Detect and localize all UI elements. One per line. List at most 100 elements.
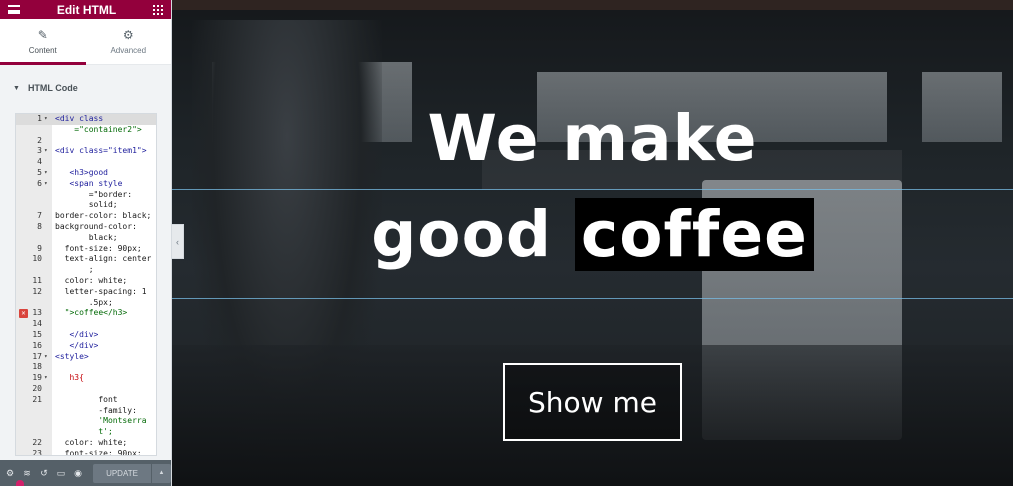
code-text: text-align: center <box>55 254 152 264</box>
panel-footer: ⚙ ≋ ↺ ▭ ◉ UPDATE ▲ <box>0 460 171 486</box>
line-number: 21 <box>32 394 42 404</box>
code-line[interactable]: 11 color: white; <box>16 276 156 287</box>
code-line[interactable]: 16 </div> <box>16 341 156 352</box>
code-line[interactable]: 13 ✕ ">coffee</h3> <box>16 308 156 319</box>
code-line[interactable]: 6 ▾ <span style <box>16 179 156 190</box>
html-code-section-toggle[interactable]: ▼ HTML Code <box>0 68 171 108</box>
code-line[interactable]: 1 ▾ <div class <box>16 114 156 125</box>
tab-content[interactable]: ✎ Content <box>0 19 86 65</box>
code-line[interactable]: 23 font-size: 90px; <box>16 448 156 456</box>
code-line[interactable]: ="container2"> <box>16 125 156 136</box>
code-text: .5px; <box>55 297 113 307</box>
code-line[interactable]: 10 text-align: center <box>16 254 156 265</box>
code-text: color: white; <box>55 437 128 447</box>
code-text: solid; <box>55 200 118 210</box>
code-line[interactable]: 7 border-color: black; <box>16 211 156 222</box>
code-line[interactable]: 5 ▾ <h3>good <box>16 168 156 179</box>
code-line[interactable]: 2 <box>16 136 156 147</box>
code-text: </div> <box>55 340 99 350</box>
code-line[interactable]: ; <box>16 265 156 276</box>
code-line[interactable]: 18 <box>16 362 156 373</box>
code-line[interactable]: 17 ▾ <style> <box>16 352 156 363</box>
code-line[interactable]: 15 </div> <box>16 330 156 341</box>
line-number: 18 <box>32 362 42 372</box>
code-line[interactable]: 21 font <box>16 395 156 406</box>
code-line[interactable]: 19 ▾ h3{ <box>16 373 156 384</box>
headline-good: good <box>371 198 575 271</box>
code-text: color: white; <box>55 275 128 285</box>
headline-line-2: good coffee <box>172 198 1013 271</box>
widgets-grid-icon[interactable] <box>152 4 163 15</box>
update-button[interactable]: UPDATE <box>93 463 151 483</box>
preview-top-strip <box>172 0 1013 10</box>
fold-arrow-icon[interactable]: ▾ <box>44 146 52 157</box>
code-line[interactable]: 3 ▾ <div class="item1"> <box>16 146 156 157</box>
fold-arrow-icon[interactable]: ▾ <box>44 168 52 179</box>
code-lines: 1 ▾ <div class ="container2"> 2 3 ▾ <div class… <box>16 114 156 456</box>
code-text: ; <box>55 265 94 275</box>
fold-arrow-icon[interactable]: ▾ <box>44 179 52 190</box>
code-line[interactable]: 14 <box>16 319 156 330</box>
tab-content-label: Content <box>28 46 57 55</box>
line-number: 8 <box>37 221 42 231</box>
code-text: ="container2"> <box>55 124 142 134</box>
code-text: font-size: 90px; <box>55 448 142 456</box>
code-line[interactable]: 9 font-size: 90px; <box>16 244 156 255</box>
show-me-button[interactable]: Show me <box>503 363 682 441</box>
html-code-editor[interactable]: 1 ▾ <div class ="container2"> 2 3 ▾ <div class… <box>15 113 157 456</box>
line-number: 10 <box>32 254 42 264</box>
code-line[interactable]: black; <box>16 233 156 244</box>
code-text: font <box>55 394 118 404</box>
update-options-chevron-up-icon[interactable]: ▲ <box>151 463 171 483</box>
code-line[interactable]: -family: <box>16 406 156 417</box>
code-text: border-color: black; <box>55 211 152 221</box>
error-icon[interactable]: ✕ <box>19 309 28 319</box>
line-number: 22 <box>32 437 42 447</box>
code-text: ">coffee</h3> <box>55 308 128 318</box>
code-line[interactable]: 4 <box>16 157 156 168</box>
code-line[interactable]: solid; <box>16 200 156 211</box>
history-icon[interactable]: ↺ <box>38 467 50 479</box>
layers-icon[interactable]: ≋ <box>21 467 33 479</box>
line-number: 20 <box>32 383 42 393</box>
collapse-panel-handle[interactable]: ‹ <box>172 224 184 259</box>
code-text: <h3>good <box>55 167 108 177</box>
responsive-icon[interactable]: ▭ <box>55 467 67 479</box>
code-line[interactable]: 'Montserra <box>16 416 156 427</box>
tab-advanced-label: Advanced <box>110 46 147 55</box>
code-line[interactable]: ="border: <box>16 190 156 201</box>
line-number: 2 <box>37 135 42 145</box>
line-number: 23 <box>32 448 42 456</box>
line-number: 4 <box>37 157 42 167</box>
pencil-icon: ✎ <box>37 28 48 42</box>
code-text: -family: <box>55 405 137 415</box>
code-line[interactable]: 12 letter-spacing: 1 <box>16 287 156 298</box>
cursor-indicator <box>16 480 24 486</box>
code-line[interactable]: 8 background-color: <box>16 222 156 233</box>
code-text: font-size: 90px; <box>55 243 142 253</box>
code-line[interactable]: t'; <box>16 427 156 438</box>
line-number: 3 <box>37 146 42 156</box>
tab-advanced[interactable]: ⚙ Advanced <box>86 19 172 64</box>
gear-icon: ⚙ <box>122 28 134 42</box>
guide-line-bottom <box>172 298 1013 299</box>
line-number: 12 <box>32 286 42 296</box>
menu-icon[interactable] <box>8 5 20 14</box>
fold-arrow-icon[interactable]: ▾ <box>44 114 52 125</box>
code-text: black; <box>55 232 118 242</box>
line-number: 11 <box>32 275 42 285</box>
line-number: 9 <box>37 243 42 253</box>
panel-tabs: ✎ Content ⚙ Advanced <box>0 19 171 65</box>
eye-icon[interactable]: ◉ <box>72 467 84 479</box>
code-line[interactable]: 20 <box>16 384 156 395</box>
code-text: </div> <box>55 329 99 339</box>
code-line[interactable]: .5px; <box>16 298 156 309</box>
line-number: 19 <box>32 373 42 383</box>
caret-down-icon: ▼ <box>13 84 20 92</box>
code-text: 'Montserra <box>55 416 147 426</box>
settings-icon[interactable]: ⚙ <box>4 467 16 479</box>
editor-panel: Edit HTML ✎ Content ⚙ Advanced ▼ HTML Co… <box>0 0 172 486</box>
code-line[interactable]: 22 color: white; <box>16 438 156 449</box>
fold-arrow-icon[interactable]: ▾ <box>44 352 52 363</box>
fold-arrow-icon[interactable]: ▾ <box>44 373 52 384</box>
